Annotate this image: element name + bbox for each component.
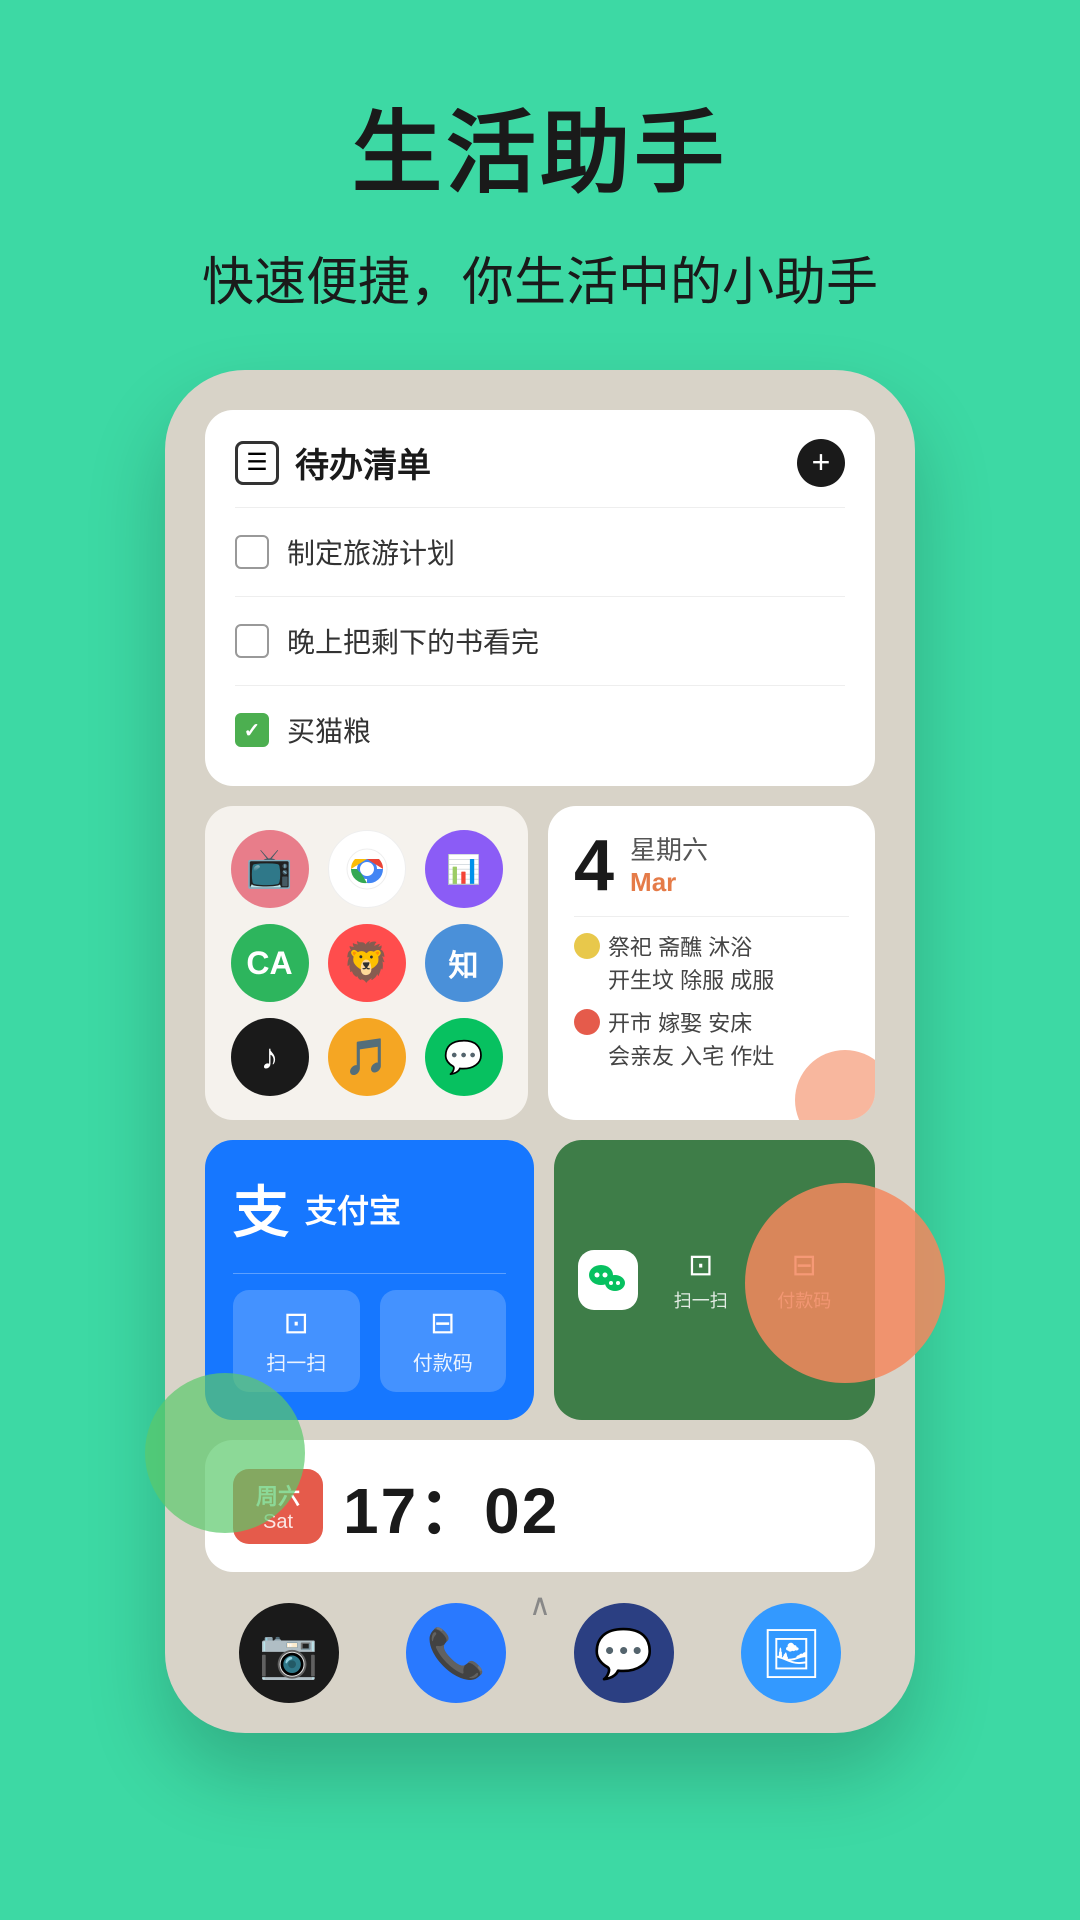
checkbox-1[interactable] [235, 535, 269, 569]
cal-divider [574, 916, 849, 917]
todo-text-3: 买猫粮 [287, 710, 371, 750]
calendar-good-section: 祭祀 斋醮 沐浴开生坟 除服 成服 [574, 931, 849, 997]
wechat-logo [578, 1250, 638, 1310]
dock-camera[interactable]: 📷 [239, 1603, 339, 1703]
calendar-day-info: 星期六 Mar [630, 830, 708, 898]
app-icon-weibo[interactable]: 🦁 [328, 924, 406, 1002]
dock-phone[interactable]: 📞 [406, 1603, 506, 1703]
todo-divider-3 [235, 685, 845, 686]
todo-header-left: ☰ 待办清单 [235, 438, 431, 487]
alipay-scan-label: 扫一扫 [243, 1347, 350, 1376]
clock-widget: 周六 Sat 17：02 [205, 1440, 875, 1572]
app-icon-green[interactable]: CA [231, 924, 309, 1002]
calendar-good-items: 祭祀 斋醮 沐浴开生坟 除服 成服 [608, 931, 774, 997]
alipay-logo: 支 [233, 1168, 289, 1249]
todo-text-2: 晚上把剩下的书看完 [287, 621, 539, 661]
todo-item-3[interactable]: 买猫粮 [235, 702, 845, 758]
add-todo-button[interactable]: + [797, 439, 845, 487]
blob-green [145, 1373, 305, 1533]
app-grid-widget: 📺 📊 CA 🦁 知 ♪ 🎵 [205, 806, 528, 1120]
pay-icon: ⊟ [390, 1306, 497, 1341]
phone-mockup: ☰ 待办清单 + 制定旅游计划 晚上把剩下的书看完 买猫粮 📺 [165, 370, 915, 1733]
checkbox-2[interactable] [235, 624, 269, 658]
blob-orange [745, 1183, 945, 1383]
wechat-scan-label: 扫一扫 [654, 1287, 748, 1313]
clock-time: 17：02 [343, 1460, 559, 1552]
alipay-divider [233, 1273, 506, 1274]
app-icon-wechat[interactable]: 💬 [425, 1018, 503, 1096]
alipay-actions: ⊡ 扫一扫 ⊟ 付款码 [233, 1290, 506, 1392]
app-icon-music[interactable]: 🎵 [328, 1018, 406, 1096]
calendar-bad-items: 开市 嫁娶 安床会亲友 入宅 作灶 [608, 1007, 774, 1073]
app-icon-tiktok[interactable]: ♪ [231, 1018, 309, 1096]
app-title: 生活助手 [0, 80, 1080, 210]
app-icon-zhihu[interactable]: 知 [425, 924, 503, 1002]
todo-divider-1 [235, 507, 845, 508]
todo-divider-2 [235, 596, 845, 597]
todo-text-1: 制定旅游计划 [287, 532, 455, 572]
app-icon-tv[interactable]: 📺 [231, 830, 309, 908]
todo-item-2[interactable]: 晚上把剩下的书看完 [235, 613, 845, 669]
alipay-name: 支付宝 [305, 1186, 401, 1232]
dock-messages[interactable]: 💬 [574, 1603, 674, 1703]
calendar-top: 4 星期六 Mar [574, 830, 849, 902]
bad-badge [574, 1009, 600, 1035]
todo-list-icon: ☰ [235, 441, 279, 485]
app-subtitle: 快速便捷，你生活中的小助手 [0, 240, 1080, 315]
dock-gallery[interactable]: 🖼 [741, 1603, 841, 1703]
wechat-scan-button[interactable]: ⊡ 扫一扫 [654, 1248, 748, 1313]
scan-icon: ⊡ [243, 1306, 350, 1341]
todo-widget: ☰ 待办清单 + 制定旅游计划 晚上把剩下的书看完 买猫粮 [205, 410, 875, 786]
todo-title: 待办清单 [295, 438, 431, 487]
header-section: 生活助手 快速便捷，你生活中的小助手 [0, 0, 1080, 345]
widgets-row-1: 📺 📊 CA 🦁 知 ♪ 🎵 [205, 806, 875, 1120]
app-icon-analytics[interactable]: 📊 [425, 830, 503, 908]
alipay-pay-button[interactable]: ⊟ 付款码 [380, 1290, 507, 1392]
bottom-dock: 📷 📞 💬 🖼 [205, 1603, 875, 1703]
calendar-day: 4 [574, 830, 614, 902]
calendar-bad-section: 开市 嫁娶 安床会亲友 入宅 作灶 [574, 1007, 849, 1073]
widgets-row-3: 周六 Sat 17：02 [205, 1440, 875, 1572]
calendar-weekday: 星期六 [630, 830, 708, 867]
alipay-pay-label: 付款码 [390, 1347, 497, 1376]
app-icon-chrome[interactable] [328, 830, 406, 908]
app-grid: 📺 📊 CA 🦁 知 ♪ 🎵 [229, 830, 504, 1096]
calendar-widget: 4 星期六 Mar 祭祀 斋醮 沐浴开生坟 除服 成服 开市 嫁娶 安床会亲友 … [548, 806, 875, 1120]
good-badge [574, 933, 600, 959]
todo-header: ☰ 待办清单 + [235, 438, 845, 487]
wechat-scan-icon: ⊡ [654, 1248, 748, 1283]
calendar-month: Mar [630, 867, 708, 898]
todo-item-1[interactable]: 制定旅游计划 [235, 524, 845, 580]
alipay-header: 支 支付宝 [233, 1168, 506, 1249]
checkbox-3[interactable] [235, 713, 269, 747]
